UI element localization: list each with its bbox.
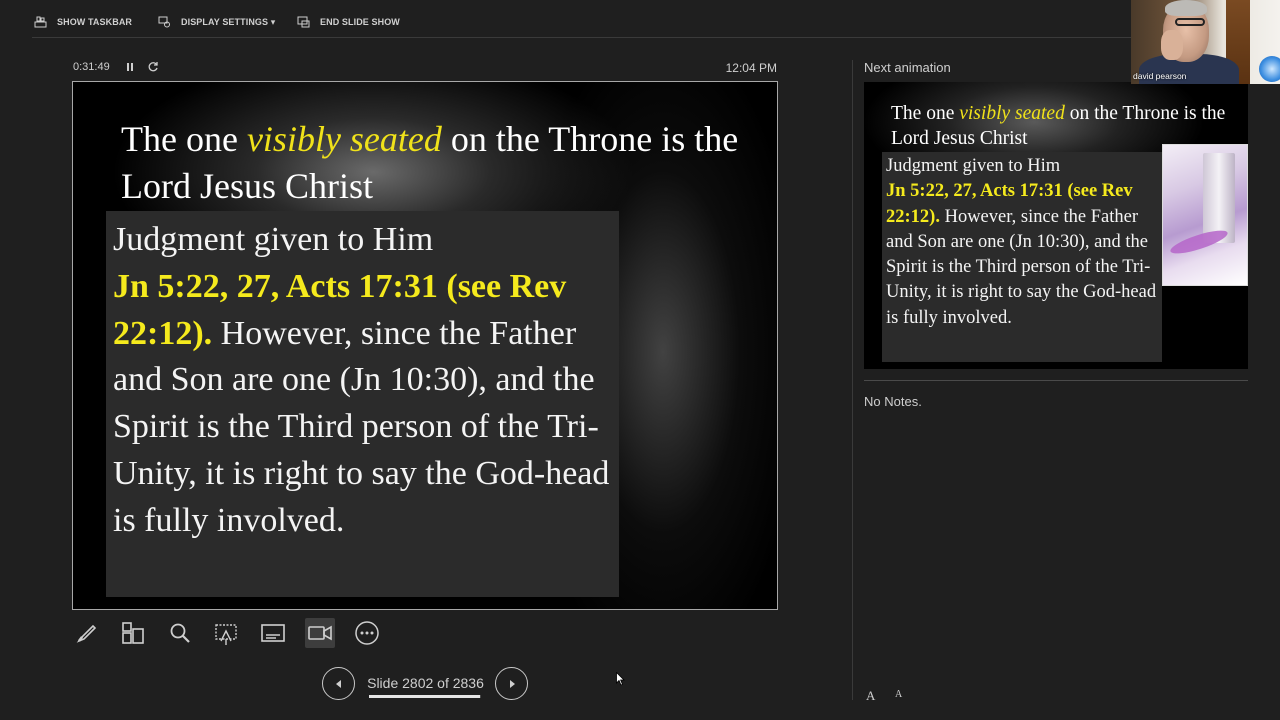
display-settings-button[interactable]: DISPLAY SETTINGS ▾ xyxy=(158,14,275,30)
slide-counter[interactable]: Slide 2802 of 2836 xyxy=(365,675,486,691)
slide-progress-bar xyxy=(369,695,481,698)
current-slide[interactable]: The one visibly seated on the Throne is … xyxy=(72,81,778,610)
next-body-line1: Judgment given to Him xyxy=(886,156,1061,176)
display-settings-icon xyxy=(158,16,170,28)
mouse-cursor-icon xyxy=(616,672,625,686)
decrease-font-button[interactable]: A xyxy=(895,689,902,700)
pause-icon[interactable] xyxy=(125,62,135,72)
webcam-video[interactable]: david pearson xyxy=(1131,0,1280,84)
next-slide-image xyxy=(1162,144,1248,286)
slide-title-part1: The one xyxy=(121,119,247,159)
pointer-options-icon xyxy=(215,624,237,645)
next-animation-label: Next animation xyxy=(864,60,951,75)
pen-tool-button[interactable] xyxy=(72,618,102,648)
slide-title: The one visibly seated on the Throne is … xyxy=(121,116,761,210)
previous-slide-button[interactable] xyxy=(322,667,355,700)
previous-arrow-icon xyxy=(335,679,341,688)
speaker-notes[interactable]: No Notes. xyxy=(864,394,922,409)
subtitles-icon xyxy=(261,624,285,642)
webcam-person-hand xyxy=(1161,30,1183,60)
next-slide-button[interactable] xyxy=(495,667,528,700)
webcam-blue-object xyxy=(1259,56,1280,82)
slide-body: Judgment given to Him Jn 5:22, 27, Acts 1… xyxy=(113,217,623,545)
slide-progress-fill xyxy=(369,695,480,698)
camera-icon xyxy=(308,625,332,641)
toolbar-divider xyxy=(32,37,1140,38)
show-taskbar-label: SHOW TASKBAR xyxy=(57,17,133,27)
display-settings-label: DISPLAY SETTINGS ▾ xyxy=(181,16,276,27)
zoom-icon xyxy=(170,623,190,643)
pointer-options-button[interactable] xyxy=(211,618,241,648)
see-all-slides-button[interactable] xyxy=(118,618,148,648)
current-time: 12:04 PM xyxy=(725,61,777,75)
end-slide-show-label: END SLIDE SHOW xyxy=(320,17,400,27)
show-taskbar-button[interactable]: SHOW TASKBAR xyxy=(34,14,132,30)
subtitles-button[interactable] xyxy=(258,618,288,648)
see-all-slides-icon xyxy=(122,622,144,644)
slide-body-line1: Judgment given to Him xyxy=(113,221,434,258)
webcam-person-glasses xyxy=(1175,18,1205,26)
restart-timer-icon[interactable] xyxy=(147,61,159,73)
elapsed-timer: 0:31:49 xyxy=(73,61,110,73)
panel-divider[interactable] xyxy=(852,60,853,700)
notes-divider[interactable] xyxy=(864,380,1248,381)
next-title-part1: The one xyxy=(891,103,960,124)
next-slide-body: Judgment given to Him Jn 5:22, 27, Acts 1… xyxy=(886,154,1166,331)
participant-name: david pearson xyxy=(1133,71,1187,81)
more-options-icon xyxy=(355,621,379,645)
taskbar-icon xyxy=(34,16,47,28)
pen-icon xyxy=(76,624,97,643)
camera-toggle-button[interactable] xyxy=(305,618,335,648)
slide-title-highlight: visibly seated xyxy=(246,119,442,159)
top-toolbar: SHOW TASKBAR DISPLAY SETTINGS ▾ END SLID… xyxy=(0,0,1280,38)
next-slide-preview[interactable]: The one visibly seated on the Throne is … xyxy=(864,82,1248,369)
more-options-button[interactable] xyxy=(352,618,382,648)
end-slide-show-button[interactable]: END SLIDE SHOW xyxy=(297,14,400,30)
webcam-person-hair xyxy=(1165,0,1207,16)
next-title-highlight: visibly seated xyxy=(959,103,1065,124)
end-show-icon xyxy=(297,16,310,28)
next-arrow-icon xyxy=(509,679,515,688)
increase-font-button[interactable]: A xyxy=(866,688,875,704)
zoom-button[interactable] xyxy=(165,618,195,648)
